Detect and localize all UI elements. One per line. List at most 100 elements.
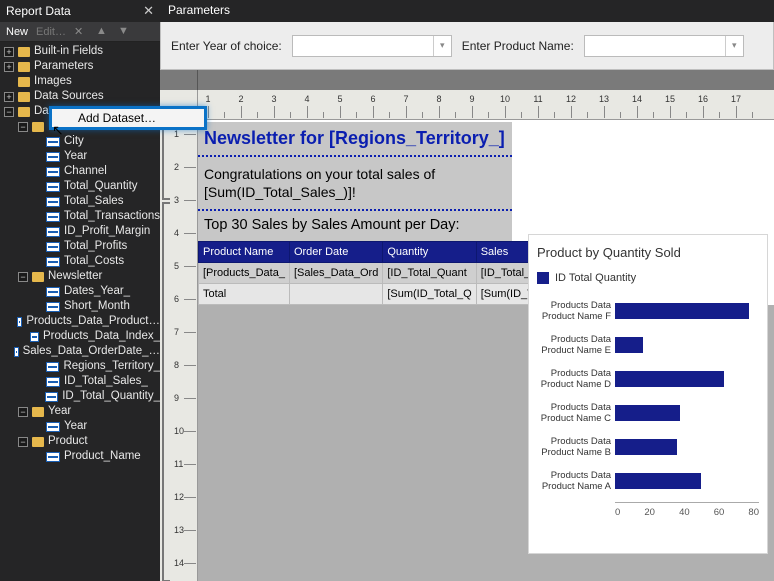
congrats-text[interactable]: Congratulations on your total sales of […	[198, 157, 512, 209]
col-quantity[interactable]: Quantity	[383, 242, 476, 263]
tree-field[interactable]: Total_Sales	[4, 194, 160, 209]
context-menu-add-dataset[interactable]: Add Dataset…	[49, 106, 207, 130]
dataset-icon	[32, 407, 44, 417]
param1-input[interactable]: ▾	[292, 35, 452, 57]
new-button[interactable]: New	[6, 26, 28, 38]
horizontal-ruler: 1234567891011121314151617	[160, 90, 774, 120]
chart-bar	[615, 473, 701, 489]
folder-icon	[18, 62, 30, 72]
field-icon	[14, 347, 19, 357]
parameters-body: Enter Year of choice: ▾ Enter Product Na…	[160, 22, 774, 70]
chart-bar-row: Products Data Product Name A	[537, 468, 759, 494]
col-product-name[interactable]: Product Name	[199, 242, 290, 263]
tree-field[interactable]: Sales_Data_OrderDate_…	[4, 344, 160, 359]
chart-bar-row: Products Data Product Name C	[537, 400, 759, 426]
legend-label: ID Total Quantity	[555, 272, 636, 284]
chart-bar	[615, 405, 680, 421]
tree-field[interactable]: Products_Data_Product…	[4, 314, 160, 329]
field-icon	[46, 422, 60, 432]
chart-x-axis: 020406080	[615, 502, 759, 518]
tree-field[interactable]: Product_Name	[4, 449, 160, 464]
param2-input[interactable]: ▾	[584, 35, 744, 57]
chart-legend: ID Total Quantity	[537, 272, 759, 284]
tree-field[interactable]: Dates_Year_	[4, 284, 160, 299]
field-icon	[46, 197, 60, 207]
chart-bar-label: Products Data Product Name A	[537, 470, 615, 492]
sales-table[interactable]: Product Name Order Date Quantity Sales […	[198, 241, 563, 305]
chart-bar	[615, 303, 749, 319]
field-icon	[46, 257, 60, 267]
tree-field[interactable]: ID_Profit_Margin	[4, 224, 160, 239]
table-total-row[interactable]: Total [Sum(ID_Total_Q [Sum(ID_Total_	[199, 284, 563, 305]
field-icon	[46, 167, 60, 177]
row-bracket-icon	[162, 120, 170, 200]
field-icon	[46, 287, 60, 297]
tree-field[interactable]: ID_Total_Sales_	[4, 374, 160, 389]
cursor-icon: ↖	[52, 122, 64, 139]
legend-swatch-icon	[537, 272, 549, 284]
down-icon[interactable]: ▼	[118, 25, 132, 39]
chart-bar-label: Products Data Product Name D	[537, 368, 615, 390]
close-icon[interactable]: ✕	[143, 3, 154, 19]
tree-builtin-fields[interactable]: +Built-in Fields	[4, 44, 160, 59]
field-icon	[46, 452, 60, 462]
tree-field[interactable]: Total_Costs	[4, 254, 160, 269]
chart-bar-label: Products Data Product Name F	[537, 300, 615, 322]
chart-bar-row: Products Data Product Name E	[537, 332, 759, 358]
report-data-title: Report Data	[6, 4, 71, 18]
chart-bar	[615, 371, 724, 387]
dataset-icon	[32, 272, 44, 282]
field-icon	[30, 332, 39, 342]
subhead-text[interactable]: Top 30 Sales by Sales Amount per Day:	[198, 211, 512, 241]
chart-bar-row: Products Data Product Name D	[537, 366, 759, 392]
field-icon	[46, 152, 60, 162]
tree-dataset-newsletter[interactable]: −Newsletter	[4, 269, 160, 284]
delete-icon[interactable]: ✕	[74, 25, 88, 39]
chart-bar-row: Products Data Product Name F	[537, 298, 759, 324]
param2-label: Enter Product Name:	[462, 39, 574, 53]
field-icon	[46, 302, 60, 312]
field-icon	[17, 317, 23, 327]
report-page: Newsletter for [Regions_Territory_] Cong…	[198, 120, 774, 305]
newsletter-headline[interactable]: Newsletter for [Regions_Territory_]	[198, 122, 512, 155]
tree-field[interactable]: Products_Data_Index_	[4, 329, 160, 344]
chart-bar	[615, 439, 677, 455]
tree-parameters[interactable]: +Parameters	[4, 59, 160, 74]
design-canvas[interactable]: Newsletter for [Regions_Territory_] Cong…	[198, 120, 774, 581]
tree-images[interactable]: Images	[4, 74, 160, 89]
field-icon	[46, 242, 60, 252]
report-data-toolbar: New Edit… ✕ ▲ ▼	[0, 22, 160, 42]
folder-icon	[18, 107, 30, 117]
tree-field[interactable]: Total_Profits	[4, 239, 160, 254]
table-row[interactable]: [Products_Data_ [Sales_Data_Ord [ID_Tota…	[199, 263, 563, 284]
tree-field[interactable]: ID_Total_Quantity_	[4, 389, 160, 404]
tree-field[interactable]: Total_Transactions	[4, 209, 160, 224]
chart-bar-row: Products Data Product Name B	[537, 434, 759, 460]
design-area: Parameters Enter Year of choice: ▾ Enter…	[160, 0, 774, 581]
tree-field[interactable]: Year	[4, 419, 160, 434]
tree-field[interactable]: Channel	[4, 164, 160, 179]
tree-field[interactable]: Short_Month	[4, 299, 160, 314]
up-icon[interactable]: ▲	[96, 25, 110, 39]
dataset-icon	[32, 122, 44, 132]
tree-dataset-product[interactable]: −Product	[4, 434, 160, 449]
chart-bar-label: Products Data Product Name B	[537, 436, 615, 458]
tree-dataset-year[interactable]: −Year	[4, 404, 160, 419]
chart-bar	[615, 337, 643, 353]
col-order-date[interactable]: Order Date	[289, 242, 382, 263]
tree-data-sources[interactable]: +Data Sources	[4, 89, 160, 104]
tree-field[interactable]: Year	[4, 149, 160, 164]
tree-field[interactable]: Total_Quantity	[4, 179, 160, 194]
edit-button[interactable]: Edit…	[36, 26, 66, 38]
field-icon	[46, 362, 60, 372]
chevron-down-icon[interactable]: ▾	[433, 36, 451, 56]
folder-icon	[18, 92, 30, 102]
chart-product-by-quantity[interactable]: Product by Quantity Sold ID Total Quanti…	[528, 234, 768, 554]
field-icon	[46, 227, 60, 237]
chevron-down-icon[interactable]: ▾	[725, 36, 743, 56]
tree-field[interactable]: City	[4, 134, 160, 149]
param1-label: Enter Year of choice:	[171, 39, 282, 53]
add-dataset-menu-item[interactable]: Add Dataset…	[78, 111, 156, 125]
vertical-ruler: 1234567891011121314	[160, 120, 198, 581]
tree-field[interactable]: Regions_Territory_	[4, 359, 160, 374]
